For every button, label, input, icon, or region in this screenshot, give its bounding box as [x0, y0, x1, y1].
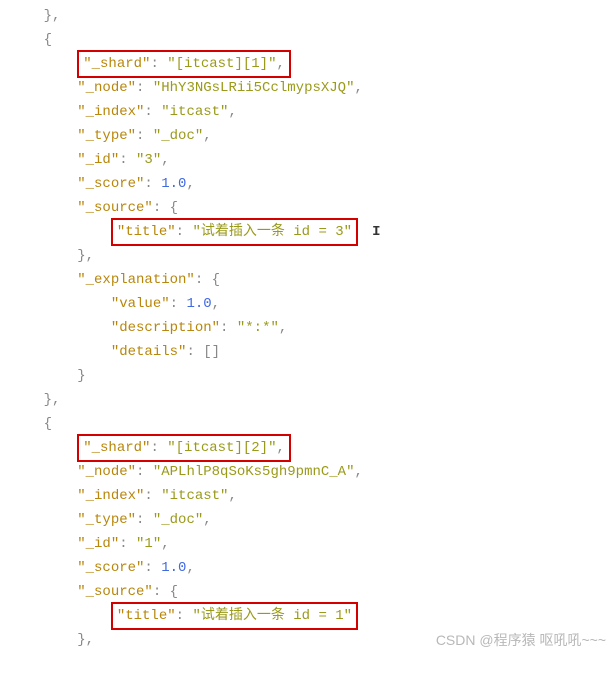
json-string: "HhY3NGsLRii5CclmypsXJQ" — [153, 80, 355, 96]
json-string: "3" — [136, 152, 161, 168]
json-key: "details" — [10, 344, 186, 360]
code-line: "details": [] — [10, 340, 606, 364]
code-line: "_type": "_doc", — [10, 508, 606, 532]
watermark-text: CSDN @程序猿 呕吼吼~~~ — [436, 628, 606, 652]
json-string: "itcast" — [161, 104, 228, 120]
code-line: "_type": "_doc", — [10, 124, 606, 148]
json-key: "description" — [10, 320, 220, 336]
code-line: "_node": "APLhlP8qSoKs5gh9pmnC_A", — [10, 460, 606, 484]
code-line: "_source": { — [10, 580, 606, 604]
code-line: { — [10, 412, 606, 436]
code-line: "_id": "3", — [10, 148, 606, 172]
json-key: "_node" — [10, 80, 136, 96]
code-line: "_shard": "[itcast][1]", — [10, 52, 606, 76]
text-cursor-icon: I — [372, 220, 380, 244]
json-string: "_doc" — [153, 512, 203, 528]
json-key: "_score" — [10, 560, 144, 576]
json-string: "[itcast][2]" — [167, 440, 276, 456]
json-number: 1.0 — [161, 560, 186, 576]
brace-close: } — [10, 368, 86, 384]
json-string: "APLhlP8qSoKs5gh9pmnC_A" — [153, 464, 355, 480]
code-line: }, — [10, 388, 606, 412]
json-key: "_shard" — [83, 440, 150, 456]
json-key: "_id" — [10, 536, 119, 552]
code-block: }, { "_shard": "[itcast][1]", "_node": "… — [10, 4, 606, 652]
json-key: "_source" — [10, 200, 153, 216]
json-key: "value" — [10, 296, 170, 312]
code-line: "title": "试着插入一条 id = 1" — [10, 604, 606, 628]
code-line: "_id": "1", — [10, 532, 606, 556]
json-key: "title" — [117, 224, 176, 240]
json-string: "*:*" — [237, 320, 279, 336]
brace-close: }, — [10, 8, 60, 24]
json-key: "_node" — [10, 464, 136, 480]
json-key: "_index" — [10, 104, 144, 120]
highlight-box: "title": "试着插入一条 id = 3" — [111, 218, 358, 246]
json-key: "_type" — [10, 512, 136, 528]
code-line: "_node": "HhY3NGsLRii5CclmypsXJQ", — [10, 76, 606, 100]
json-string: "_doc" — [153, 128, 203, 144]
json-string: "[itcast][1]" — [167, 56, 276, 72]
json-string: "试着插入一条 id = 1" — [192, 608, 352, 624]
code-line: "_index": "itcast", — [10, 484, 606, 508]
brace-close: }, — [10, 632, 94, 648]
code-line: }, — [10, 4, 606, 28]
code-line: "_source": { — [10, 196, 606, 220]
brace-open: { — [10, 32, 52, 48]
code-line: { — [10, 28, 606, 52]
code-line: "_index": "itcast", — [10, 100, 606, 124]
highlight-box: "title": "试着插入一条 id = 1" — [111, 602, 358, 630]
json-number: 1.0 — [186, 296, 211, 312]
json-key: "_id" — [10, 152, 119, 168]
json-key: "_source" — [10, 584, 153, 600]
code-line: "value": 1.0, — [10, 292, 606, 316]
code-line: "_shard": "[itcast][2]", — [10, 436, 606, 460]
json-string: "试着插入一条 id = 3" — [192, 224, 352, 240]
json-key: "title" — [117, 608, 176, 624]
brace-open: { — [10, 416, 52, 432]
code-line: "title": "试着插入一条 id = 3" I — [10, 220, 606, 244]
json-string: "1" — [136, 536, 161, 552]
brace-close: }, — [10, 248, 94, 264]
json-number: 1.0 — [161, 176, 186, 192]
code-line: "_score": 1.0, — [10, 556, 606, 580]
code-line: "_explanation": { — [10, 268, 606, 292]
highlight-box: "_shard": "[itcast][1]", — [77, 50, 291, 78]
json-key: "_type" — [10, 128, 136, 144]
code-line: }, — [10, 244, 606, 268]
brace-close: }, — [10, 392, 60, 408]
code-line: "description": "*:*", — [10, 316, 606, 340]
json-key: "_score" — [10, 176, 144, 192]
json-key: "_index" — [10, 488, 144, 504]
code-line: } — [10, 364, 606, 388]
json-key: "_explanation" — [10, 272, 195, 288]
json-key: "_shard" — [83, 56, 150, 72]
json-string: "itcast" — [161, 488, 228, 504]
highlight-box: "_shard": "[itcast][2]", — [77, 434, 291, 462]
code-line: "_score": 1.0, — [10, 172, 606, 196]
